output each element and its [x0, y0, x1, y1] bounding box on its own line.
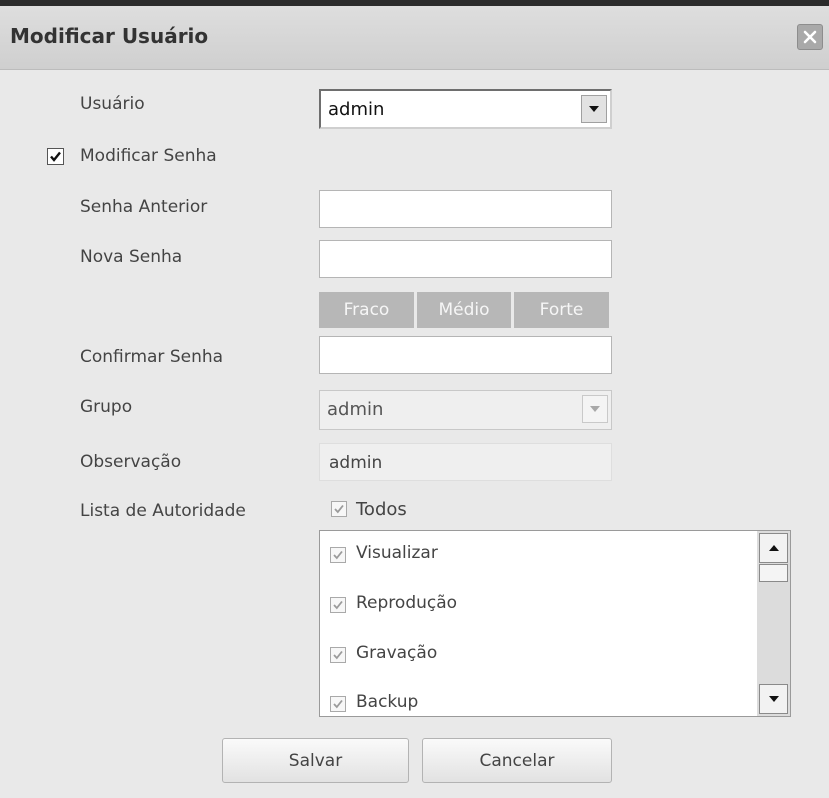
scroll-down-button[interactable]: [759, 684, 788, 714]
new-password-label: Nova Senha: [80, 247, 183, 267]
all-permissions-checkbox[interactable]: [331, 501, 347, 517]
permission-checkbox[interactable]: [330, 597, 346, 613]
strength-strong: Forte: [514, 292, 609, 328]
permission-label: Backup: [356, 692, 419, 712]
permission-list[interactable]: Visualizar Reprodução Gravação Backup: [319, 530, 791, 717]
checkmark-icon: [333, 600, 343, 610]
group-label: Grupo: [80, 397, 133, 417]
list-item[interactable]: Reprodução: [320, 587, 750, 623]
checkmark-icon: [333, 699, 343, 709]
save-button[interactable]: Salvar: [222, 738, 409, 783]
user-select-dropdown-button[interactable]: [581, 95, 607, 123]
group-select-value: admin: [327, 399, 384, 420]
old-password-input[interactable]: [319, 190, 612, 228]
close-icon: [803, 30, 817, 44]
note-label: Observação: [80, 452, 182, 472]
confirm-password-input[interactable]: [319, 336, 612, 374]
checkmark-icon: [333, 650, 343, 660]
group-select-dropdown-button: [582, 395, 608, 423]
close-button[interactable]: [797, 24, 823, 50]
list-item[interactable]: Backup: [320, 686, 750, 716]
user-select-value: admin: [328, 99, 385, 120]
group-select: admin: [319, 390, 612, 430]
user-select[interactable]: admin: [319, 89, 612, 129]
old-password-label: Senha Anterior: [80, 197, 208, 217]
confirm-password-label: Confirmar Senha: [80, 347, 224, 367]
note-field: admin: [319, 443, 612, 481]
list-item[interactable]: Visualizar: [320, 537, 750, 573]
dialog-title: Modificar Usuário: [10, 24, 209, 48]
new-password-input[interactable]: [319, 240, 612, 278]
strength-medium: Médio: [417, 292, 511, 328]
checkmark-icon: [50, 151, 61, 162]
all-permissions-label: Todos: [356, 499, 407, 520]
arrow-down-icon: [768, 696, 779, 702]
chevron-down-icon: [589, 106, 599, 112]
modify-password-checkbox[interactable]: [47, 148, 64, 165]
strength-weak: Fraco: [319, 292, 414, 328]
permission-checkbox[interactable]: [330, 696, 346, 712]
scroll-thumb[interactable]: [759, 564, 788, 582]
chevron-down-icon: [590, 406, 600, 412]
note-value: admin: [329, 453, 383, 473]
dialog-title-bar: Modificar Usuário: [0, 6, 829, 70]
permission-checkbox[interactable]: [330, 547, 346, 563]
authority-list-label: Lista de Autoridade: [80, 501, 246, 521]
permission-list-scrollbar[interactable]: [757, 531, 790, 716]
cancel-button[interactable]: Cancelar: [422, 738, 612, 783]
user-label: Usuário: [80, 94, 145, 114]
permission-checkbox[interactable]: [330, 647, 346, 663]
password-strength-indicator: Fraco Médio Forte: [319, 292, 609, 328]
dialog-body: Usuário admin Modificar Senha Senha Ante…: [0, 71, 829, 798]
checkmark-icon: [333, 550, 343, 560]
scroll-up-button[interactable]: [759, 533, 788, 563]
permission-label: Reprodução: [356, 593, 458, 613]
checkmark-icon: [334, 504, 344, 514]
permission-label: Visualizar: [356, 543, 438, 563]
modify-password-label: Modificar Senha: [80, 146, 217, 166]
permission-label: Gravação: [356, 643, 438, 663]
arrow-up-icon: [768, 545, 779, 551]
list-item[interactable]: Gravação: [320, 637, 750, 673]
